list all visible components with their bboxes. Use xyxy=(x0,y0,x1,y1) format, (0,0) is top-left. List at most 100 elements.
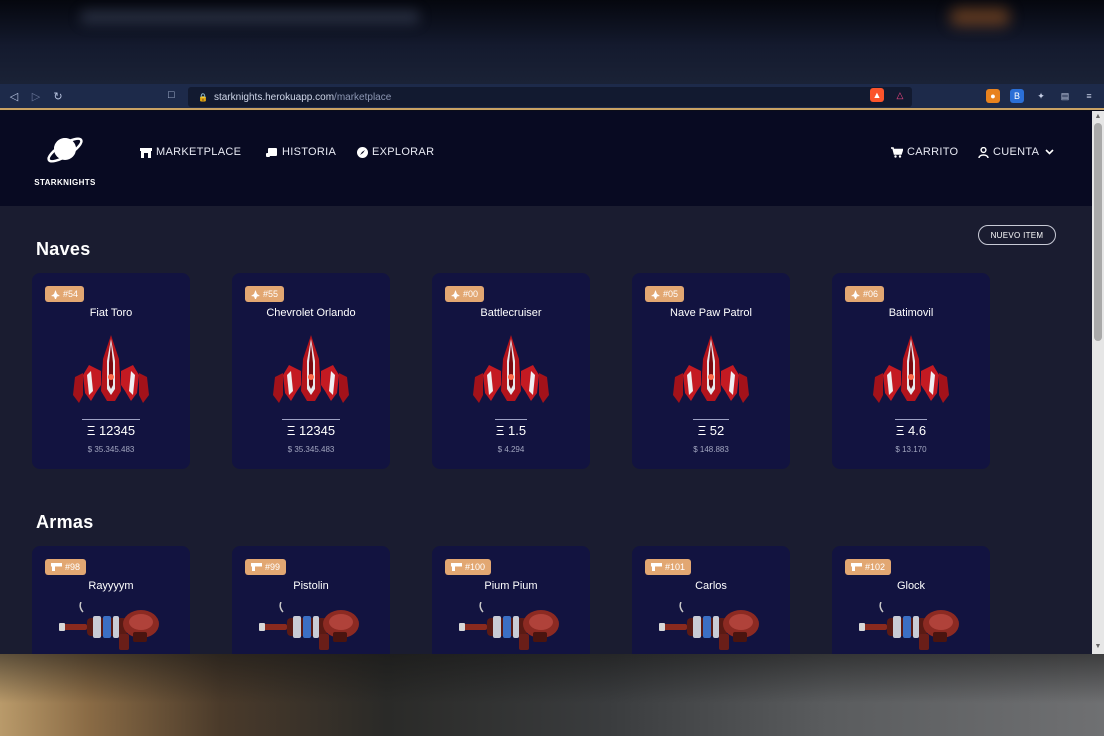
ship-icon xyxy=(51,289,60,299)
ship-icon xyxy=(451,289,460,299)
section-title-naves: Naves xyxy=(36,239,91,259)
brand-name: STARKNIGHTS xyxy=(34,178,96,187)
app-viewport: STARKNIGHTS MARKETPLACE HISTORIA EXPLORA… xyxy=(0,111,1092,654)
gun-icon xyxy=(651,563,662,571)
ship-image xyxy=(471,331,551,411)
menu-icon[interactable]: ≡ xyxy=(1082,89,1096,103)
item-name: Fiat Toro xyxy=(89,307,133,319)
gun-icon xyxy=(251,563,262,571)
gun-icon xyxy=(51,563,62,571)
reload-icon[interactable]: ↻ xyxy=(50,88,66,104)
nav-marketplace[interactable]: MARKETPLACE xyxy=(140,146,241,158)
item-name: Rayyyym xyxy=(88,580,134,592)
item-id-badge: #00 xyxy=(445,286,485,302)
scroll-down-icon[interactable]: ▼ xyxy=(1094,643,1102,650)
nav-explorar[interactable]: EXPLORAR xyxy=(356,146,434,158)
lock-icon: 🔒 xyxy=(198,92,208,102)
item-card[interactable]: #99 Pistolin xyxy=(232,546,390,654)
price-usd: $ 4.294 xyxy=(497,445,525,454)
gun-icon xyxy=(451,563,462,571)
item-card[interactable]: #05 Nave Paw Patrol Ξ 52 $ 148.883 xyxy=(632,273,790,469)
scrollbar-thumb[interactable] xyxy=(1094,123,1102,341)
metamask-icon[interactable]: ● xyxy=(986,89,1000,103)
price-divider xyxy=(895,419,927,420)
brave-shield-icon[interactable]: ▲ xyxy=(870,88,884,102)
item-name: Carlos xyxy=(695,580,727,592)
ship-image xyxy=(871,331,951,411)
price-eth: Ξ 12345 xyxy=(286,423,336,438)
price-divider xyxy=(282,419,340,420)
cart-icon xyxy=(891,146,903,158)
extensions-icon[interactable]: ✦ xyxy=(1034,89,1048,103)
item-id-badge: #98 xyxy=(45,559,87,575)
ship-image xyxy=(271,331,351,411)
price-divider xyxy=(495,419,527,420)
item-name: Pistolin xyxy=(293,580,329,592)
ship-image xyxy=(71,331,151,411)
forward-icon[interactable]: ▷ xyxy=(28,88,44,104)
item-name: Nave Paw Patrol xyxy=(670,307,752,319)
blurred-photo-top xyxy=(0,0,1104,84)
price-usd: $ 148.883 xyxy=(693,445,729,454)
ship-icon xyxy=(651,289,660,299)
item-name: Chevrolet Orlando xyxy=(266,307,356,319)
item-name: Batimovil xyxy=(888,307,934,319)
wallet-icon[interactable]: ▤ xyxy=(1058,89,1072,103)
gun-icon xyxy=(851,563,862,571)
chevron-down-icon xyxy=(1043,146,1055,158)
planet-icon xyxy=(47,137,83,163)
new-item-button[interactable]: NUEVO ITEM xyxy=(978,225,1056,245)
url-path: /marketplace xyxy=(334,91,392,103)
page-scrollbar[interactable]: ▲ ▼ xyxy=(1092,111,1104,654)
item-card[interactable]: #54 Fiat Toro Ξ 12345 $ 35.345.483 xyxy=(32,273,190,469)
item-card[interactable]: #00 Battlecruiser Ξ 1.5 $ 4.294 xyxy=(432,273,590,469)
ship-icon xyxy=(251,289,260,299)
brand-logo[interactable]: STARKNIGHTS xyxy=(34,129,96,187)
ship-image xyxy=(671,331,751,411)
blurred-photo-bottom xyxy=(0,654,1104,736)
item-card[interactable]: #101 Carlos xyxy=(632,546,790,654)
weapon-image xyxy=(459,601,563,654)
item-card[interactable]: #06 Batimovil Ξ 4.6 $ 13.170 xyxy=(832,273,990,469)
price-usd: $ 35.345.483 xyxy=(87,445,135,454)
compass-icon xyxy=(356,146,368,158)
price-usd: $ 13.170 xyxy=(895,445,927,454)
item-id-badge: #55 xyxy=(245,286,285,302)
price-eth: Ξ 52 xyxy=(697,423,725,438)
price-eth: Ξ 1.5 xyxy=(495,423,527,438)
price-divider xyxy=(693,419,729,420)
nav-carrito[interactable]: CARRITO xyxy=(891,146,958,158)
back-icon[interactable]: ◁ xyxy=(6,88,22,104)
item-id-badge: #05 xyxy=(645,286,685,302)
item-id-badge: #100 xyxy=(445,559,492,575)
item-name: Pium Pium xyxy=(484,580,538,592)
price-eth: Ξ 4.6 xyxy=(895,423,927,438)
store-icon xyxy=(140,146,152,158)
nav-cuenta[interactable]: CUENTA xyxy=(977,146,1055,158)
price-eth: Ξ 12345 xyxy=(86,423,136,438)
scroll-up-icon[interactable]: ▲ xyxy=(1094,113,1102,120)
item-card[interactable]: #102 Glock xyxy=(832,546,990,654)
nav-historia[interactable]: HISTORIA xyxy=(266,146,336,158)
bitwarden-icon[interactable]: B xyxy=(1010,89,1024,103)
brave-rewards-icon[interactable]: △ xyxy=(893,88,907,102)
user-icon xyxy=(977,146,989,158)
site-header: STARKNIGHTS MARKETPLACE HISTORIA EXPLORA… xyxy=(0,111,1092,206)
item-id-badge: #102 xyxy=(845,559,892,575)
item-card[interactable]: #98 Rayyyym xyxy=(32,546,190,654)
item-id-badge: #06 xyxy=(845,286,885,302)
section-title-armas: Armas xyxy=(36,512,94,532)
price-divider xyxy=(82,419,140,420)
price-usd: $ 35.345.483 xyxy=(287,445,335,454)
url-host: starknights.herokuapp.com xyxy=(213,91,335,103)
item-card[interactable]: #55 Chevrolet Orlando Ξ 12345 $ 35.345.483 xyxy=(232,273,390,469)
address-bar[interactable]: 🔒 starknights.herokuapp.com/marketplace xyxy=(188,87,912,107)
weapon-image xyxy=(259,601,363,654)
scroll-icon xyxy=(266,146,278,158)
item-name: Glock xyxy=(896,580,926,592)
item-card[interactable]: #100 Pium Pium xyxy=(432,546,590,654)
item-id-badge: #99 xyxy=(245,559,287,575)
weapon-image xyxy=(859,601,963,654)
bookmark-icon[interactable]: □ xyxy=(168,89,175,101)
item-id-badge: #101 xyxy=(645,559,692,575)
